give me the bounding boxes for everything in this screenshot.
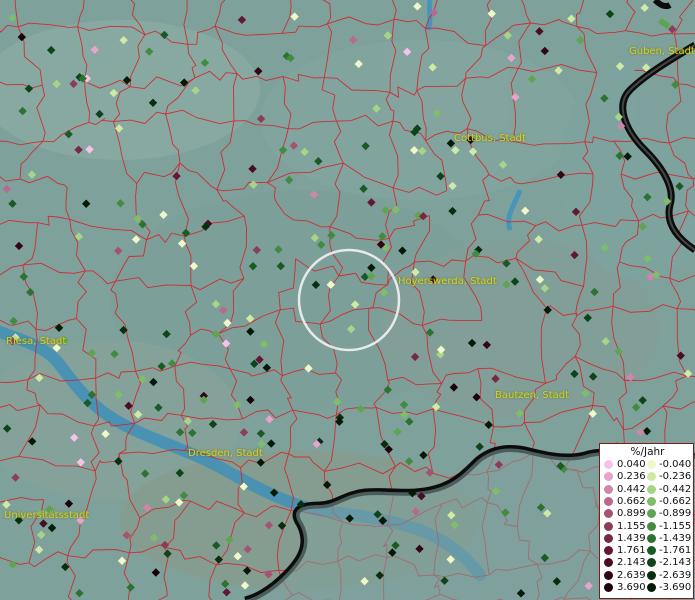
legend-swatch-negative [647,484,656,494]
city-label-guben: Guben, Stadt [629,46,695,57]
legend-row: 1.155 -1.155 [604,521,692,533]
legend-value-negative: -1.761 [659,545,692,557]
legend-swatch-positive [604,570,613,580]
legend-value-positive: 0.899 [617,508,646,520]
legend-value-positive: 1.439 [617,532,646,544]
legend-swatch-positive [604,484,613,494]
legend-value-positive: 2.143 [617,557,646,569]
legend-swatch-negative [647,496,656,506]
city-label-hoyerswerda: Hoyerswerda, Stadt [398,276,497,287]
legend-swatch-negative [647,472,656,482]
legend-value-negative: -2.143 [659,557,692,569]
legend-value-negative: -0.662 [659,495,692,507]
legend-swatch-positive [604,521,613,531]
legend-swatch-negative [647,558,656,568]
city-label-dresden: Dresden, Stadt [188,448,263,459]
legend-value-negative: -1.155 [659,520,692,532]
legend-value-positive: 0.662 [617,495,646,507]
legend-swatch-positive [604,509,613,519]
map-view[interactable]: Guben, Stadt Cottbus, Stadt Hoyerswerda,… [0,0,695,600]
legend-value-negative: -0.040 [659,459,692,470]
legend-value-negative: -2.639 [659,569,692,581]
city-label-bautzen: Bautzen, Stadt [495,390,570,401]
legend-swatch-negative [647,546,656,556]
legend-value-positive: 1.155 [617,520,646,532]
legend-value-negative: -1.439 [659,532,692,544]
legend-swatch-positive [604,558,613,568]
legend-row: 2.639 -2.639 [604,570,692,582]
legend-swatch-positive [604,472,613,482]
city-label-universitaetsstadt: Universitätsstadt [4,510,90,521]
legend-value-negative: -0.442 [659,483,692,495]
city-label-cottbus: Cottbus, Stadt [454,133,526,144]
legend-value-positive: 1.761 [617,545,646,557]
legend-row: 0.236 -0.236 [604,471,692,483]
legend-row: 1.439 -1.439 [604,533,692,545]
map-canvas[interactable] [0,0,695,600]
legend-row: 0.662 -0.662 [604,496,692,508]
legend-row: 2.143 -2.143 [604,557,692,569]
legend-row: 3.690 -3.690 [604,582,692,594]
legend-swatch-positive [604,533,613,543]
legend-title: %/Jahr [630,446,665,458]
legend-swatch-negative [647,583,656,592]
legend-value-negative: -0.899 [659,508,692,520]
legend-value-positive: 3.690 [617,582,646,593]
legend-swatch-positive [604,460,613,469]
legend-swatch-negative [647,533,656,543]
legend-swatch-positive [604,496,613,506]
legend-row: 0.040 -0.040 [604,459,692,471]
legend-value-positive: 0.442 [617,483,646,495]
legend-value-positive: 0.236 [617,471,646,483]
legend-swatch-negative [647,509,656,519]
legend-value-positive: 0.040 [617,459,646,470]
legend-swatch-negative [647,570,656,580]
legend-value-positive: 2.639 [617,569,646,581]
legend-swatch-negative [647,460,656,469]
legend-value-negative: -0.236 [659,471,692,483]
legend-row: 1.761 -1.761 [604,545,692,557]
legend-row: 0.442 -0.442 [604,484,692,496]
legend: %/Jahr 0.040 -0.040 0.236 -0.236 0.442 -0.442… [599,443,694,599]
legend-swatch-positive [604,583,613,592]
legend-value-negative: -3.690 [659,582,692,593]
legend-swatch-positive [604,546,613,556]
legend-swatch-negative [647,521,656,531]
legend-row: 0.899 -0.899 [604,508,692,520]
city-label-riesa: Riesa, Stadt [6,336,67,347]
